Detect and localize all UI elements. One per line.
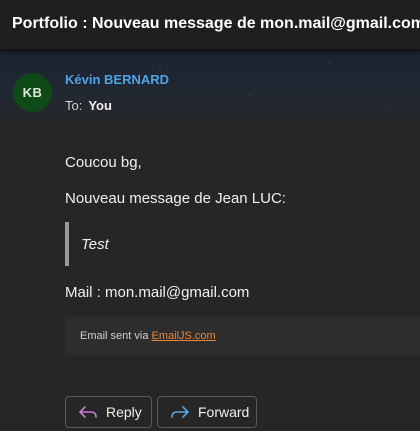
forward-icon (170, 404, 190, 420)
footer-prefix: Email sent via (80, 330, 152, 342)
recipient-value[interactable]: You (88, 98, 112, 113)
reply-label: Reply (106, 404, 142, 420)
message-subject: Portfolio : Nouveau message de mon.mail@… (12, 15, 420, 32)
recipient-row: To: You (65, 98, 112, 113)
message-banner (0, 50, 420, 128)
quoted-message: Test (81, 236, 109, 253)
footer-text: Email sent via EmailJS.com (80, 330, 216, 342)
forward-button[interactable]: Forward (157, 396, 257, 428)
body-mail-line: Mail : mon.mail@gmail.com (65, 284, 250, 301)
forward-label: Forward (198, 404, 250, 420)
email-footer: Email sent via EmailJS.com (65, 316, 420, 356)
body-greeting: Coucou bg, (65, 154, 142, 171)
recipient-label: To: (65, 98, 83, 113)
reply-icon (78, 404, 98, 420)
body-intro: Nouveau message de Jean LUC: (65, 190, 286, 207)
sender-name[interactable]: Kévin BERNARD (65, 72, 169, 87)
message-header: Portfolio : Nouveau message de mon.mail@… (0, 0, 420, 50)
emailjs-link[interactable]: EmailJS.com (152, 330, 216, 342)
sender-avatar[interactable]: KB (13, 73, 52, 112)
reply-button[interactable]: Reply (65, 396, 152, 428)
quote-bar (65, 222, 69, 266)
